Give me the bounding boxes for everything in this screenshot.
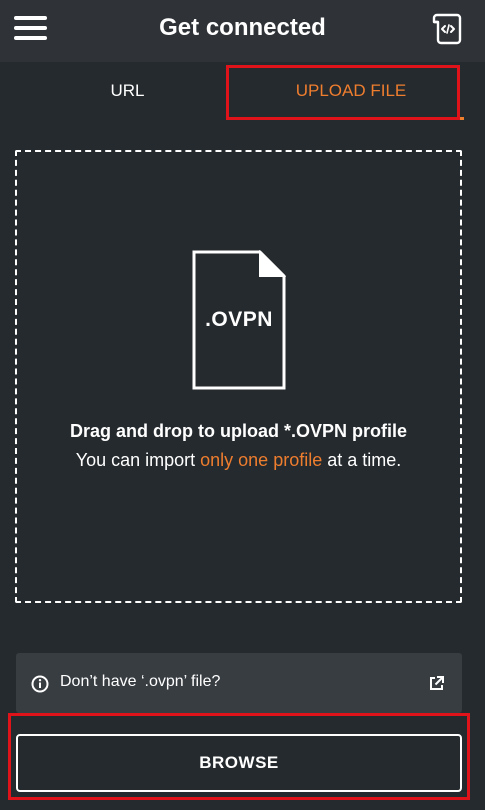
import-profile-icon[interactable] — [430, 12, 464, 46]
tab-upload-file-label: UPLOAD FILE — [295, 81, 407, 100]
browse-button[interactable]: BROWSE — [16, 734, 462, 792]
info-icon — [31, 675, 49, 693]
file-icon-label: .OVPN — [205, 308, 273, 331]
drop-zone-subtitle-accent: only one profile — [200, 450, 323, 470]
info-bar-text: Don’t have ‘.ovpn’ file? — [60, 673, 221, 690]
external-link-icon — [428, 675, 445, 692]
app-header: Get connected — [0, 0, 485, 62]
page-title: Get connected — [159, 14, 326, 41]
tab-url[interactable]: URL — [30, 62, 225, 120]
drop-zone-subtitle-after: at a time. — [322, 450, 402, 470]
drop-zone-subtitle-before: You can import — [75, 450, 201, 470]
tab-upload-file[interactable]: UPLOAD FILE — [238, 62, 464, 120]
drop-zone-subtitle: You can import only one profile at a tim… — [15, 450, 462, 471]
get-ovpn-file-link[interactable]: Don’t have ‘.ovpn’ file? — [16, 653, 462, 713]
active-tab-indicator — [238, 117, 464, 120]
drop-zone-title: Drag and drop to upload *.OVPN profile — [69, 421, 407, 441]
tab-bar: URL UPLOAD FILE — [0, 62, 485, 120]
